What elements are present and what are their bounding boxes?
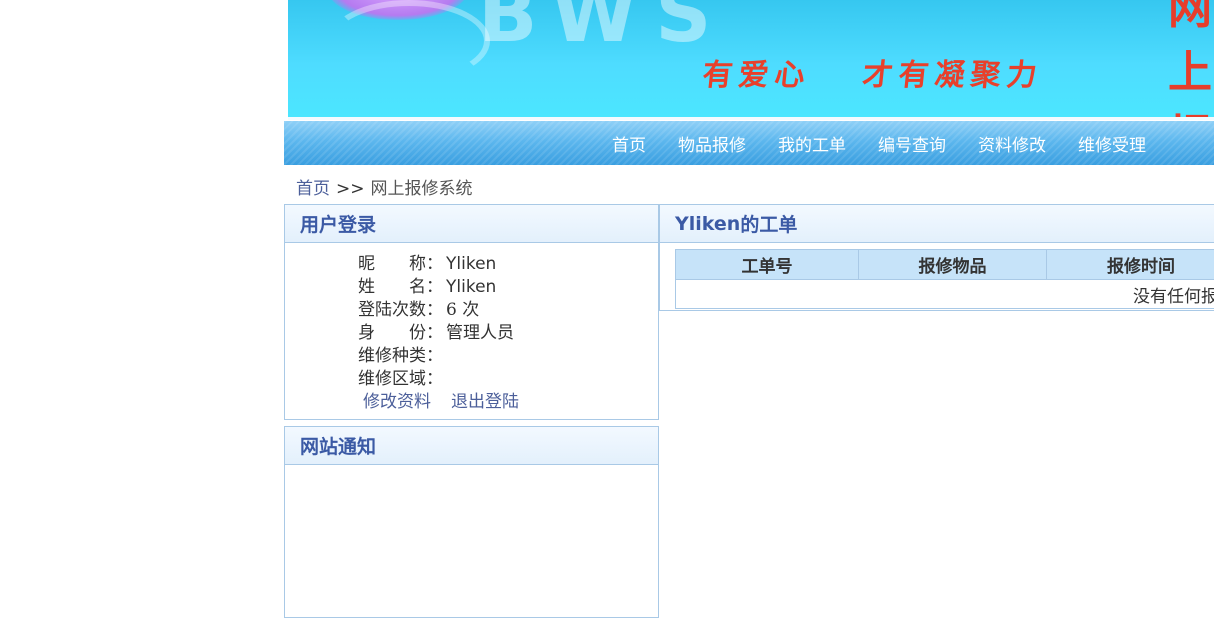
nickname-value: Yliken: [446, 254, 496, 274]
nav-item-number-lookup[interactable]: 编号查询: [878, 131, 946, 156]
my-orders-panel: Yliken的工单 工单号 报修物品 报修时间 没有任何报修: [659, 204, 1214, 311]
nickname-label: 昵 称：: [358, 253, 446, 276]
column-repair-time: 报修时间: [1047, 250, 1214, 280]
slogan-left: 有爱心: [701, 58, 813, 93]
orders-table: 工单号 报修物品 报修时间 没有任何报修: [675, 249, 1214, 309]
panel-title: 用户登录: [285, 205, 658, 243]
nav-item-my-orders[interactable]: 我的工单: [778, 131, 846, 156]
table-row: 没有任何报修: [676, 280, 1214, 309]
repair-type-row: 维修种类：: [358, 345, 539, 368]
site-notice-panel: 网站通知: [284, 426, 659, 618]
site-banner: BWS 网上报修 有爱心 才有凝聚力: [288, 0, 1214, 117]
breadcrumb: 首页 >> 网上报修系统: [296, 174, 473, 196]
orders-username: Yliken: [675, 213, 740, 235]
repair-area-label: 维修区域：: [358, 368, 446, 391]
role-label: 身 份：: [358, 322, 446, 345]
user-info: 昵 称：Yliken 姓 名：Yliken 登陆次数：6 次 身 份：管理人员 …: [358, 253, 539, 414]
nickname-row: 昵 称：Yliken: [358, 253, 539, 276]
slogan-right: 才有凝聚力: [861, 58, 1045, 93]
login-count-row: 登陆次数：6 次: [358, 299, 539, 322]
banner-title-fragment: 网上报修: [1168, 0, 1214, 117]
main-nav: 首页 物品报修 我的工单 编号查询 资料修改 维修受理: [284, 121, 1214, 165]
login-count-value: 6 次: [446, 300, 479, 320]
nav-item-home[interactable]: 首页: [612, 131, 646, 156]
user-login-panel: 用户登录 昵 称：Yliken 姓 名：Yliken 登陆次数：6 次 身 份：…: [284, 204, 659, 420]
account-links: 修改资料退出登陆: [358, 391, 539, 414]
login-count-label: 登陆次数：: [358, 299, 446, 322]
banner-slogan: 有爱心 才有凝聚力: [701, 50, 1046, 94]
nav-item-repair-handling[interactable]: 维修受理: [1078, 131, 1146, 156]
name-row: 姓 名：Yliken: [358, 276, 539, 299]
panel-title: Yliken的工单: [660, 205, 1214, 243]
name-label: 姓 名：: [358, 276, 446, 299]
breadcrumb-home-link[interactable]: 首页: [296, 179, 330, 199]
column-order-number: 工单号: [676, 250, 859, 280]
breadcrumb-separator: >>: [336, 179, 365, 199]
repair-area-row: 维修区域：: [358, 368, 539, 391]
role-value: 管理人员: [446, 323, 514, 343]
edit-profile-link[interactable]: 修改资料: [363, 392, 431, 412]
logo-ring: [328, 0, 490, 82]
banner-divider: [288, 117, 1214, 120]
repair-type-label: 维修种类：: [358, 345, 446, 368]
empty-orders-message: 没有任何报修: [676, 280, 1214, 309]
role-row: 身 份：管理人员: [358, 322, 539, 345]
table-header-row: 工单号 报修物品 报修时间: [676, 250, 1214, 280]
column-repair-item: 报修物品: [859, 250, 1047, 280]
orders-title-suffix: 的工单: [740, 210, 797, 237]
breadcrumb-current: 网上报修系统: [371, 179, 473, 199]
nav-item-edit-profile[interactable]: 资料修改: [978, 131, 1046, 156]
panel-title: 网站通知: [285, 427, 658, 465]
logout-link[interactable]: 退出登陆: [451, 392, 519, 412]
nav-item-repair-request[interactable]: 物品报修: [678, 131, 746, 156]
logo-text: BWS: [478, 0, 729, 60]
name-value: Yliken: [446, 277, 496, 297]
